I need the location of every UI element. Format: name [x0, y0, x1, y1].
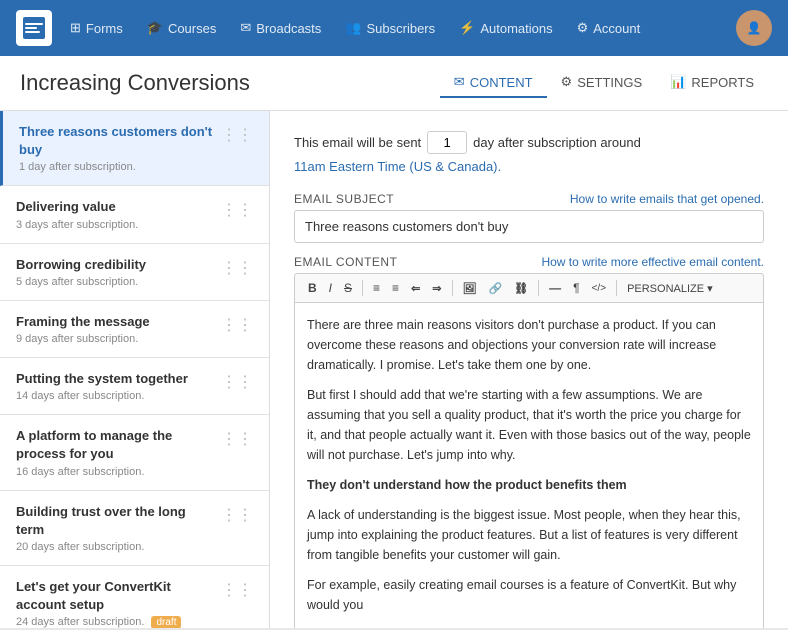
send-time-row: This email will be sent day after subscr… — [294, 131, 764, 154]
broadcasts-icon: ✉ — [240, 20, 251, 36]
toolbar-separator-3 — [538, 280, 539, 296]
toolbar-separator-4 — [616, 280, 617, 296]
image-button[interactable]: 🖼 — [458, 279, 482, 298]
email-sequence-sidebar: Three reasons customers don't buy 1 day … — [0, 111, 270, 628]
sidebar-item-subtitle-0: 1 day after subscription. — [19, 161, 213, 173]
toolbar-separator-2 — [452, 280, 453, 296]
drag-handle-1: ⋮⋮ — [221, 200, 253, 220]
sidebar-item-title-5: A platform to manage the process for you — [16, 427, 213, 463]
send-day-input[interactable] — [427, 131, 467, 154]
strikethrough-button[interactable]: S — [339, 278, 357, 298]
nav-items: ⊞ Forms 🎓 Courses ✉ Broadcasts 👥 Subscri… — [60, 14, 736, 42]
drag-handle-6: ⋮⋮ — [221, 505, 253, 525]
automations-icon: ⚡ — [459, 20, 475, 36]
sidebar-item-5[interactable]: A platform to manage the process for you… — [0, 415, 269, 490]
ul-button[interactable]: ≡ — [368, 278, 385, 298]
sidebar-item-title-7: Let's get your ConvertKit account setup — [16, 578, 213, 614]
sidebar-item-6[interactable]: Building trust over the long term 20 day… — [0, 491, 269, 566]
sidebar-item-subtitle-3: 9 days after subscription. — [16, 333, 213, 345]
link-button[interactable]: 🔗 — [483, 279, 507, 298]
subscribers-icon: 👥 — [345, 20, 361, 36]
sidebar-item-4[interactable]: Putting the system together 14 days afte… — [0, 358, 269, 415]
sidebar-item-title-3: Framing the message — [16, 313, 213, 331]
bold-button[interactable]: B — [303, 278, 322, 298]
courses-icon: 🎓 — [147, 20, 163, 36]
indent-right-button[interactable]: ⇒ — [427, 279, 446, 298]
avatar[interactable]: 👤 — [736, 10, 772, 46]
sidebar-item-subtitle-1: 3 days after subscription. — [16, 219, 213, 231]
sub-navigation: ✉ CONTENT ⚙ SETTINGS 📊 REPORTS — [440, 68, 768, 98]
sidebar-item-title-0: Three reasons customers don't buy — [19, 123, 213, 159]
content-help-link[interactable]: How to write more effective email conten… — [541, 255, 764, 269]
nav-item-forms[interactable]: ⊞ Forms — [60, 14, 133, 42]
personalize-button[interactable]: PERSONALIZE ▾ — [622, 279, 718, 298]
code-button[interactable]: </> — [587, 280, 611, 297]
drag-handle-5: ⋮⋮ — [221, 429, 253, 449]
ol-button[interactable]: ≡ — [387, 278, 404, 298]
sidebar-item-1[interactable]: Delivering value 3 days after subscripti… — [0, 186, 269, 243]
tab-content[interactable]: ✉ CONTENT — [440, 68, 547, 98]
sidebar-item-subtitle-2: 5 days after subscription. — [16, 276, 213, 288]
email-editor-panel: This email will be sent day after subscr… — [270, 111, 788, 628]
subject-section-header: Email Subject How to write emails that g… — [294, 192, 764, 206]
send-time-link[interactable]: 11am Eastern Time (US & Canada). — [294, 159, 501, 174]
sidebar-item-title-4: Putting the system together — [16, 370, 213, 388]
body-paragraph-3: A lack of understanding is the biggest i… — [307, 505, 751, 565]
tab-reports[interactable]: 📊 REPORTS — [656, 68, 768, 98]
sidebar-item-title-6: Building trust over the long term — [16, 503, 213, 539]
settings-icon: ⚙ — [561, 74, 573, 90]
logo-icon — [23, 17, 45, 39]
indent-left-button[interactable]: ⇐ — [406, 279, 425, 298]
sidebar-item-subtitle-4: 14 days after subscription. — [16, 390, 213, 402]
drag-handle-4: ⋮⋮ — [221, 372, 253, 392]
hr-button[interactable]: — — [544, 278, 566, 298]
nav-item-account[interactable]: ⚙ Account — [567, 14, 651, 42]
italic-button[interactable]: I — [324, 278, 337, 298]
sub-header: Increasing Conversions ✉ CONTENT ⚙ SETTI… — [0, 56, 788, 111]
body-paragraph-0: There are three main reasons visitors do… — [307, 315, 751, 375]
subject-input[interactable] — [294, 210, 764, 243]
content-icon: ✉ — [454, 74, 465, 90]
drag-handle-3: ⋮⋮ — [221, 315, 253, 335]
sidebar-item-0[interactable]: Three reasons customers don't buy 1 day … — [0, 111, 269, 186]
email-body-editor[interactable]: There are three main reasons visitors do… — [294, 302, 764, 628]
page-title: Increasing Conversions — [20, 70, 250, 96]
toolbar-separator-1 — [362, 280, 363, 296]
body-paragraph-2: They don't understand how the product be… — [307, 475, 751, 495]
top-navigation: ⊞ Forms 🎓 Courses ✉ Broadcasts 👥 Subscri… — [0, 0, 788, 56]
subject-label: Email Subject — [294, 192, 394, 206]
sidebar-item-subtitle-7: 24 days after subscription. draft — [16, 616, 213, 628]
drag-handle-7: ⋮⋮ — [221, 580, 253, 600]
editor-toolbar: B I S ≡ ≡ ⇐ ⇒ 🖼 🔗 ⛓ — ¶ </> PERSONALIZE … — [294, 273, 764, 302]
send-time-suffix: day after subscription around — [473, 135, 641, 150]
paragraph-button[interactable]: ¶ — [568, 278, 584, 298]
draft-badge: draft — [151, 616, 181, 628]
drag-handle-2: ⋮⋮ — [221, 258, 253, 278]
subject-help-link[interactable]: How to write emails that get opened. — [570, 192, 764, 206]
reports-icon: 📊 — [670, 74, 686, 90]
nav-item-subscribers[interactable]: 👥 Subscribers — [335, 14, 445, 42]
tab-settings[interactable]: ⚙ SETTINGS — [547, 68, 657, 98]
nav-item-automations[interactable]: ⚡ Automations — [449, 14, 562, 42]
sidebar-item-title-1: Delivering value — [16, 198, 213, 216]
account-icon: ⚙ — [577, 20, 589, 36]
content-label: Email Content — [294, 255, 397, 269]
nav-item-broadcasts[interactable]: ✉ Broadcasts — [230, 14, 331, 42]
sidebar-item-title-2: Borrowing credibility — [16, 256, 213, 274]
drag-handle-0: ⋮⋮ — [221, 125, 253, 145]
main-area: Three reasons customers don't buy 1 day … — [0, 111, 788, 628]
nav-item-courses[interactable]: 🎓 Courses — [137, 14, 227, 42]
logo[interactable] — [16, 10, 52, 46]
sidebar-item-3[interactable]: Framing the message 9 days after subscri… — [0, 301, 269, 358]
form-icon: ⊞ — [70, 20, 81, 36]
sidebar-item-2[interactable]: Borrowing credibility 5 days after subsc… — [0, 244, 269, 301]
content-section-header: Email Content How to write more effectiv… — [294, 255, 764, 269]
body-paragraph-1: But first I should add that we're starti… — [307, 385, 751, 465]
sidebar-item-7[interactable]: Let's get your ConvertKit account setup … — [0, 566, 269, 628]
body-paragraph-4: For example, easily creating email cours… — [307, 575, 751, 615]
sidebar-item-subtitle-6: 20 days after subscription. — [16, 541, 213, 553]
unlink-button[interactable]: ⛓ — [509, 279, 533, 298]
send-time-prefix: This email will be sent — [294, 135, 421, 150]
sidebar-item-subtitle-5: 16 days after subscription. — [16, 466, 213, 478]
